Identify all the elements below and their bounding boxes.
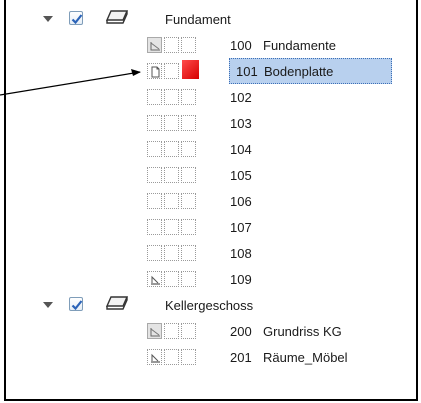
item-number: 106	[230, 194, 252, 209]
page-icon[interactable]	[147, 63, 162, 79]
item-number: 100	[230, 38, 252, 53]
empty-slot[interactable]	[181, 141, 196, 157]
item-number: 103	[230, 116, 252, 131]
empty-slot[interactable]	[181, 349, 196, 365]
plan-view-icon[interactable]	[147, 323, 162, 339]
group-label: Kellergeschoss	[165, 298, 254, 313]
item-number: 201	[230, 350, 252, 365]
list-item[interactable]: 107	[6, 214, 416, 240]
empty-slot[interactable]	[164, 63, 179, 79]
item-number: 108	[230, 246, 252, 261]
empty-slot[interactable]	[181, 323, 196, 339]
empty-slot[interactable]	[164, 245, 179, 261]
layer-group-icon	[105, 9, 129, 28]
group-row-fundament[interactable]: Fundament	[6, 6, 416, 32]
group-checkbox-kellergeschoss[interactable]	[69, 297, 83, 311]
item-number: 102	[230, 90, 252, 105]
plan-view-icon[interactable]	[147, 37, 162, 53]
item-label: Bodenplatte	[264, 64, 334, 79]
empty-slot[interactable]	[181, 37, 196, 53]
section-icon[interactable]	[147, 271, 162, 287]
empty-slot[interactable]	[164, 349, 179, 365]
item-label: Räume_Möbel	[263, 350, 348, 365]
empty-slot[interactable]	[181, 167, 196, 183]
item-number: 200	[230, 324, 252, 339]
group-checkbox-fundament[interactable]	[69, 11, 83, 25]
item-number: 105	[230, 168, 252, 183]
empty-slot[interactable]	[164, 37, 179, 53]
empty-slot[interactable]	[181, 219, 196, 235]
list-item[interactable]: 104	[6, 136, 416, 162]
empty-slot[interactable]	[147, 219, 162, 235]
empty-slot[interactable]	[181, 89, 196, 105]
list-item[interactable]: 103	[6, 110, 416, 136]
empty-slot[interactable]	[181, 271, 196, 287]
list-item[interactable]: 102	[6, 84, 416, 110]
chevron-down-icon[interactable]	[43, 302, 53, 308]
empty-slot[interactable]	[164, 167, 179, 183]
list-item[interactable]: 100 Fundamente	[6, 32, 416, 58]
empty-slot[interactable]	[147, 167, 162, 183]
item-number: 101	[236, 64, 258, 79]
selected-item-highlight[interactable]: 101 Bodenplatte	[229, 58, 392, 84]
empty-slot[interactable]	[164, 219, 179, 235]
empty-slot[interactable]	[181, 115, 196, 131]
empty-slot[interactable]	[164, 115, 179, 131]
group-label: Fundament	[165, 12, 231, 27]
item-number: 109	[230, 272, 252, 287]
empty-slot[interactable]	[147, 193, 162, 209]
chevron-down-icon[interactable]	[43, 16, 53, 22]
list-item[interactable]: 105	[6, 162, 416, 188]
list-item-selected[interactable]: 101 Bodenplatte	[6, 58, 416, 84]
item-number: 104	[230, 142, 252, 157]
empty-slot[interactable]	[181, 245, 196, 261]
item-label: Grundriss KG	[263, 324, 342, 339]
empty-slot[interactable]	[164, 141, 179, 157]
list-item[interactable]: 106	[6, 188, 416, 214]
group-row-kellergeschoss[interactable]: Kellergeschoss	[6, 292, 416, 318]
empty-slot[interactable]	[164, 89, 179, 105]
section-icon[interactable]	[147, 349, 162, 365]
list-item[interactable]: 201 Räume_Möbel	[6, 344, 416, 370]
empty-slot[interactable]	[164, 323, 179, 339]
item-label: Fundamente	[263, 38, 336, 53]
list-item[interactable]: 109	[6, 266, 416, 292]
empty-slot[interactable]	[147, 115, 162, 131]
checkmark-icon	[71, 14, 83, 25]
red-marker-icon[interactable]	[182, 60, 199, 79]
layer-group-icon	[105, 295, 129, 314]
layer-tree-panel: Fundament 100 Fundamente 101 Bodenplatte…	[4, 0, 418, 401]
checkmark-icon	[71, 300, 83, 311]
empty-slot[interactable]	[164, 271, 179, 287]
empty-slot[interactable]	[181, 193, 196, 209]
list-item[interactable]: 108	[6, 240, 416, 266]
list-item[interactable]: 200 Grundriss KG	[6, 318, 416, 344]
empty-slot[interactable]	[164, 193, 179, 209]
empty-slot[interactable]	[147, 89, 162, 105]
item-number: 107	[230, 220, 252, 235]
empty-slot[interactable]	[147, 141, 162, 157]
empty-slot[interactable]	[147, 245, 162, 261]
